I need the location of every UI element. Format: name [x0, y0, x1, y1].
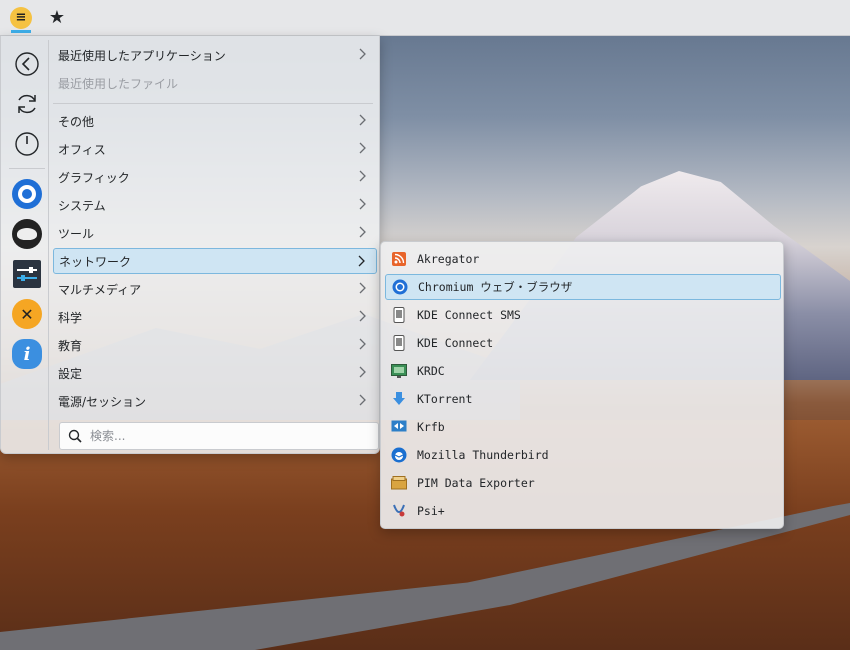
favorites-button[interactable]: ★ — [44, 3, 70, 33]
info-icon: i — [12, 339, 42, 369]
chevron-right-icon — [359, 142, 366, 154]
app-label: Chromium ウェブ・ブラウザ — [418, 280, 573, 294]
category-settings[interactable]: 設定 — [53, 360, 377, 386]
category-education[interactable]: 教育 — [53, 332, 377, 358]
phone-icon — [391, 335, 407, 351]
category-label: その他 — [58, 114, 95, 129]
pidgin-icon — [12, 219, 42, 249]
active-indicator — [11, 29, 31, 33]
chevron-right-icon — [359, 226, 366, 238]
category-recent-apps[interactable]: 最近使用したアプリケーション — [53, 42, 377, 68]
psi-icon — [391, 503, 407, 519]
menu-side-rail: ✕ i — [5, 40, 49, 450]
category-science[interactable]: 科学 — [53, 304, 377, 330]
category-label: 設定 — [58, 366, 83, 381]
chevron-right-icon — [359, 170, 366, 182]
chevron-right-icon — [359, 282, 366, 294]
app-label: KRDC — [417, 364, 445, 378]
app-pim-data-exporter[interactable]: PIM Data Exporter — [385, 470, 781, 496]
app-label: KTorrent — [417, 392, 473, 406]
favorite-pidgin[interactable] — [11, 218, 43, 250]
remote-desktop-icon — [391, 363, 407, 379]
category-recent-files[interactable]: 最近使用したファイル — [53, 70, 377, 96]
category-tools[interactable]: ツール — [53, 220, 377, 246]
favorite-chromium[interactable] — [11, 178, 43, 210]
category-label: 教育 — [58, 338, 83, 353]
search-field[interactable] — [59, 422, 379, 450]
category-other[interactable]: その他 — [53, 108, 377, 134]
category-power-session[interactable]: 電源/セッション — [53, 388, 377, 414]
phone-icon — [391, 307, 407, 323]
app-thunderbird[interactable]: Mozilla Thunderbird — [385, 442, 781, 468]
category-office[interactable]: オフィス — [53, 136, 377, 162]
category-label: マルチメディア — [58, 282, 142, 297]
chevron-right-icon — [359, 310, 366, 322]
hamburger-menu-icon: ≡ — [10, 6, 32, 29]
category-label: 電源/セッション — [58, 394, 147, 409]
desktop-sharing-icon — [391, 419, 407, 435]
app-label: Psi+ — [417, 504, 445, 518]
network-submenu: Akregator Chromium ウェブ・ブラウザ KDE Connect … — [380, 241, 784, 529]
app-ktorrent[interactable]: KTorrent — [385, 386, 781, 412]
category-label: ネットワーク — [59, 254, 132, 269]
favorite-settings[interactable] — [11, 258, 43, 290]
star-icon: ★ — [48, 7, 66, 28]
chevron-right-icon — [358, 255, 365, 267]
top-panel: ≡ ★ — [0, 0, 850, 36]
favorite-info[interactable]: i — [11, 338, 43, 370]
power-button[interactable] — [11, 128, 43, 160]
chevron-right-icon — [359, 394, 366, 406]
power-icon — [15, 132, 39, 156]
category-label: 科学 — [58, 310, 83, 325]
app-kde-connect-sms[interactable]: KDE Connect SMS — [385, 302, 781, 328]
chevron-right-icon — [359, 114, 366, 126]
tools-icon: ✕ — [12, 299, 42, 329]
application-menu: ✕ i 最近使用したアプリケーション 最近使用したファイル その他 オフィス グ… — [0, 36, 380, 454]
back-icon — [15, 52, 39, 76]
app-label: KDE Connect — [417, 336, 494, 350]
refresh-button[interactable] — [11, 88, 43, 120]
app-krfb[interactable]: Krfb — [385, 414, 781, 440]
refresh-icon — [18, 94, 36, 114]
chromium-icon — [392, 279, 408, 295]
app-chromium[interactable]: Chromium ウェブ・ブラウザ — [385, 274, 781, 300]
rss-icon — [391, 251, 407, 267]
chevron-right-icon — [359, 198, 366, 210]
favorite-tools[interactable]: ✕ — [11, 298, 43, 330]
archive-icon — [391, 475, 407, 491]
category-label: ツール — [58, 226, 95, 241]
app-label: PIM Data Exporter — [417, 476, 535, 490]
chevron-right-icon — [359, 338, 366, 350]
app-akregator[interactable]: Akregator — [385, 246, 781, 272]
category-label: 最近使用したファイル — [58, 76, 179, 91]
category-system[interactable]: システム — [53, 192, 377, 218]
chevron-right-icon — [359, 48, 366, 60]
category-multimedia[interactable]: マルチメディア — [53, 276, 377, 302]
app-label: Akregator — [417, 252, 480, 266]
rail-divider — [9, 168, 45, 169]
search-input[interactable] — [90, 429, 350, 443]
category-label: 最近使用したアプリケーション — [58, 48, 226, 63]
app-label: Krfb — [417, 420, 445, 434]
download-arrow-icon — [391, 391, 407, 407]
app-kde-connect[interactable]: KDE Connect — [385, 330, 781, 356]
app-label: KDE Connect SMS — [417, 308, 521, 322]
category-network[interactable]: ネットワーク — [53, 248, 377, 274]
search-icon — [68, 429, 82, 443]
category-label: オフィス — [58, 142, 106, 157]
application-launcher-button[interactable]: ≡ — [8, 3, 34, 33]
settings-sliders-icon — [13, 260, 41, 288]
app-psi-plus[interactable]: Psi+ — [385, 498, 781, 524]
category-label: システム — [58, 198, 106, 213]
thunderbird-icon — [391, 447, 407, 463]
chromium-icon — [12, 179, 42, 209]
chevron-right-icon — [359, 366, 366, 378]
category-label: グラフィック — [58, 170, 130, 185]
back-button[interactable] — [11, 48, 43, 80]
app-label: Mozilla Thunderbird — [417, 448, 549, 462]
category-divider — [53, 103, 373, 104]
app-krdc[interactable]: KRDC — [385, 358, 781, 384]
category-graphics[interactable]: グラフィック — [53, 164, 377, 190]
